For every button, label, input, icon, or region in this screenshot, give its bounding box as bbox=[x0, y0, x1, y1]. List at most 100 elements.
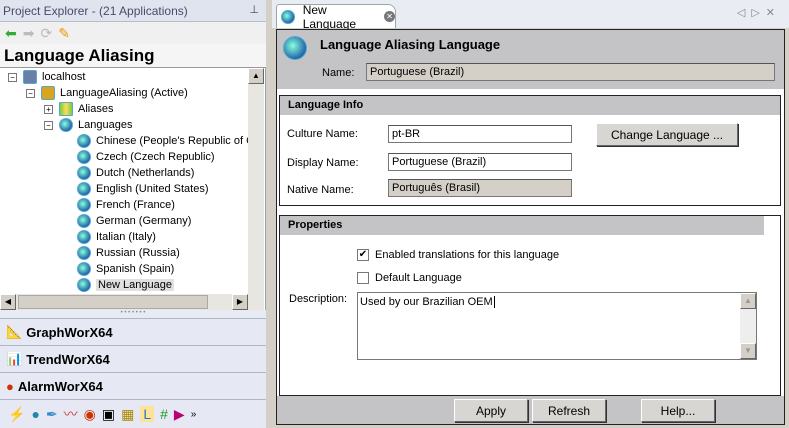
tree-item-label: New Language bbox=[96, 279, 175, 291]
forward-icon[interactable]: ➡ bbox=[23, 25, 35, 42]
tab-new-language[interactable]: New Language ✕ bbox=[276, 3, 396, 31]
graphworx-icon: 📐 bbox=[6, 324, 23, 339]
network-icon[interactable]: ▣ bbox=[102, 406, 115, 423]
globe-icon bbox=[59, 118, 73, 132]
description-textarea[interactable]: Used by our Brazilian OEM ▲ ▼ bbox=[357, 292, 757, 360]
tree-item[interactable]: − Languages bbox=[44, 117, 132, 133]
scroll-down-icon[interactable]: ▼ bbox=[740, 343, 756, 359]
expand-icon[interactable]: + bbox=[44, 104, 53, 114]
tree-item-label: Dutch (Netherlands) bbox=[96, 167, 195, 179]
globe-icon[interactable]: ● bbox=[31, 406, 39, 422]
alarmworx-icon: ● bbox=[6, 378, 14, 394]
pin-icon[interactable]: ⊥ bbox=[249, 3, 259, 16]
tree-item[interactable]: Chinese (People's Republic of C bbox=[77, 133, 248, 149]
section-heading: Language Aliasing bbox=[0, 44, 266, 68]
description-label: Description: bbox=[289, 293, 348, 305]
language-bubble-icon bbox=[77, 214, 91, 228]
scroll-left-icon[interactable]: ◀ bbox=[0, 294, 16, 310]
default-language-checkbox[interactable] bbox=[357, 272, 369, 284]
panel-title: Project Explorer - (21 Applications) bbox=[0, 0, 266, 22]
tree-item[interactable]: Spanish (Spain) bbox=[77, 261, 174, 277]
tree-item-label: German (Germany) bbox=[96, 215, 192, 227]
native-name-field bbox=[388, 179, 572, 197]
scroll-up-icon[interactable]: ▲ bbox=[740, 293, 756, 309]
project-tree: − localhost − LanguageAliasing (Active) + Ali… bbox=[0, 68, 248, 294]
tree-item-label: Aliases bbox=[78, 103, 114, 115]
splitter-grip[interactable]: • • • • • • • bbox=[0, 310, 266, 318]
language-bubble-icon bbox=[77, 278, 91, 292]
tree-item-label: French (France) bbox=[96, 199, 175, 211]
apply-button[interactable]: Apply bbox=[454, 399, 528, 422]
language-info-heading: Language Info bbox=[280, 96, 780, 115]
culture-name-input[interactable] bbox=[388, 125, 572, 143]
tree-item-label: English (United States) bbox=[96, 183, 209, 195]
culture-name-label: Culture Name: bbox=[287, 128, 358, 140]
more-chevron-icon[interactable]: » bbox=[191, 409, 197, 420]
button-bar: Apply Refresh Help... bbox=[277, 396, 784, 424]
aliases-icon bbox=[59, 102, 73, 116]
tree-item[interactable]: Czech (Czech Republic) bbox=[77, 149, 215, 165]
tree-item[interactable]: German (Germany) bbox=[77, 213, 191, 229]
grid-hash-icon[interactable]: # bbox=[160, 406, 168, 422]
native-name-label: Native Name: bbox=[287, 184, 354, 196]
tree-item[interactable]: − LanguageAliasing (Active) bbox=[26, 85, 188, 101]
trendworx-icon: 📊 bbox=[6, 351, 23, 366]
tree-item[interactable]: Russian (Russia) bbox=[77, 245, 180, 261]
table-icon[interactable]: ▦ bbox=[121, 406, 134, 423]
tree-item[interactable]: + Aliases bbox=[44, 101, 113, 117]
module-graphworx[interactable]: 📐 GraphWorX64 bbox=[0, 318, 266, 345]
collapse-icon[interactable]: − bbox=[26, 88, 35, 98]
module-alarmworx[interactable]: ● AlarmWorX64 bbox=[0, 372, 266, 399]
enabled-translations-label[interactable]: Enabled translations for this language bbox=[375, 249, 559, 261]
language-bubble-icon bbox=[77, 182, 91, 196]
enabled-translations-checkbox[interactable]: ✔ bbox=[357, 249, 369, 261]
server-icon bbox=[23, 70, 37, 84]
tree-item-label: Italian (Italy) bbox=[96, 231, 156, 243]
horizontal-scrollbar[interactable]: ◀ ▶ bbox=[0, 294, 264, 310]
refresh-button[interactable]: Refresh bbox=[532, 399, 606, 422]
tree-item[interactable]: − localhost bbox=[8, 69, 85, 85]
alarm-db-icon[interactable]: ◉ bbox=[84, 406, 96, 423]
tab-strip: New Language ✕ ◁▷✕ bbox=[272, 0, 789, 31]
refresh-icon[interactable]: ⟳ bbox=[40, 25, 52, 42]
tree-item-label: Chinese (People's Republic of C bbox=[96, 135, 248, 147]
tree-item-label: Russian (Russia) bbox=[96, 247, 180, 259]
play-icon[interactable]: ▶ bbox=[174, 406, 185, 423]
vertical-scrollbar[interactable]: ▲ bbox=[248, 68, 264, 294]
description-scrollbar[interactable]: ▲ ▼ bbox=[740, 293, 756, 359]
language-bubble-icon bbox=[283, 36, 307, 60]
close-tab-icon[interactable]: ✕ bbox=[384, 11, 395, 22]
feather-icon[interactable]: ✒ bbox=[46, 406, 58, 423]
tree-item[interactable]: Dutch (Netherlands) bbox=[77, 165, 194, 181]
tree-item-label: Languages bbox=[78, 119, 133, 131]
properties-group: Properties ✔ Enabled translations for th… bbox=[279, 215, 781, 396]
module-trendworx[interactable]: 📊 TrendWorX64 bbox=[0, 345, 266, 372]
language-bubble-icon bbox=[77, 198, 91, 212]
edit-icon[interactable]: ✎ bbox=[58, 25, 70, 42]
tree-item[interactable]: New Language bbox=[77, 277, 175, 293]
scroll-thumb[interactable] bbox=[18, 295, 208, 309]
language-bubble-icon bbox=[77, 166, 91, 180]
default-language-label[interactable]: Default Language bbox=[375, 272, 462, 284]
collapse-icon[interactable]: − bbox=[8, 72, 17, 82]
tab-navigation[interactable]: ◁▷✕ bbox=[737, 6, 781, 19]
display-name-input[interactable] bbox=[388, 153, 572, 171]
collapse-icon[interactable]: − bbox=[44, 120, 53, 130]
tree-item-label: Czech (Czech Republic) bbox=[96, 151, 215, 163]
module-icon-bar: ⚡ ● ✒ 〰 ◉ ▣ ▦ L # ▶ » bbox=[0, 399, 266, 428]
language-icon[interactable]: L bbox=[140, 406, 155, 422]
tree-item[interactable]: French (France) bbox=[77, 197, 175, 213]
name-field[interactable] bbox=[366, 63, 775, 81]
scroll-up-icon[interactable]: ▲ bbox=[248, 68, 264, 84]
scroll-right-icon[interactable]: ▶ bbox=[232, 294, 248, 310]
trend-icon[interactable]: 〰 bbox=[64, 404, 78, 424]
change-language-button[interactable]: Change Language ... bbox=[596, 123, 738, 146]
help-button[interactable]: Help... bbox=[641, 399, 715, 422]
tree-item-label: Spanish (Spain) bbox=[96, 263, 175, 275]
chart-bolt-icon[interactable]: ⚡ bbox=[8, 406, 25, 423]
back-icon[interactable]: ⬅ bbox=[5, 25, 17, 42]
tree-item[interactable]: Italian (Italy) bbox=[77, 229, 156, 245]
tree-item[interactable]: English (United States) bbox=[77, 181, 209, 197]
language-bubble-icon bbox=[77, 150, 91, 164]
language-bubble-icon bbox=[77, 134, 91, 148]
